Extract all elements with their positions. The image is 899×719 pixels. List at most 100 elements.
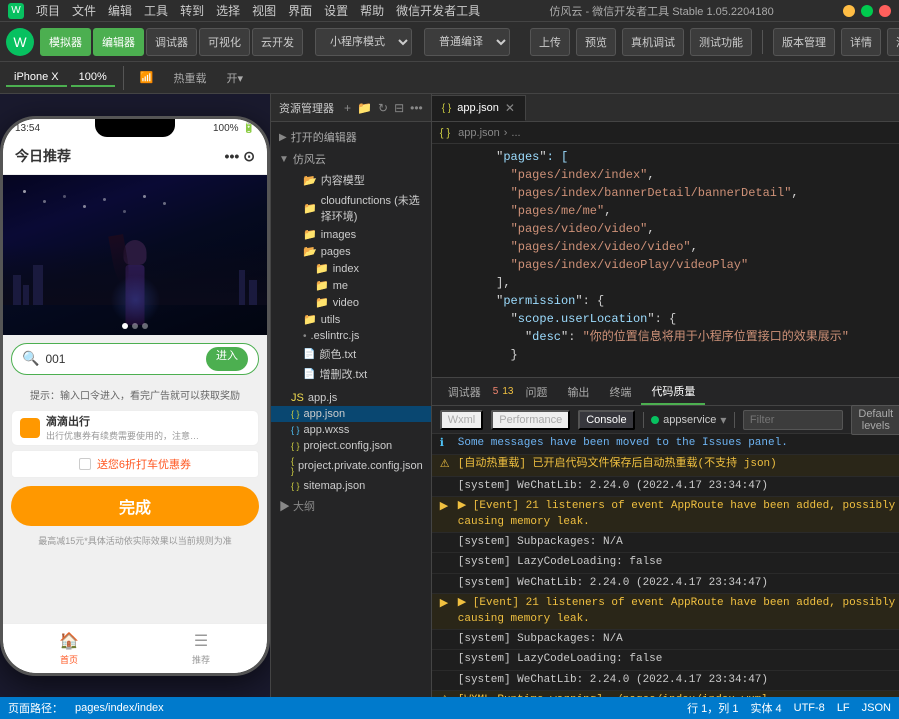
status-spaces[interactable]: 实体 4 [750, 700, 781, 716]
ft-item-cloudfunctions[interactable]: 📁 cloudfunctions (未选择环境) [271, 190, 431, 226]
phone-nav-recommend[interactable]: ☰ 推荐 [135, 631, 267, 666]
editor-tab[interactable]: 编辑器 [93, 28, 144, 56]
status-path-label[interactable]: 页面路径： [8, 700, 63, 716]
ft-item-projectprivate[interactable]: { } project.private.config.json [271, 454, 431, 478]
coupon-checkbox[interactable] [79, 458, 91, 470]
txt-icon-colors: 📄 [303, 349, 315, 360]
console-tab-output[interactable]: 输出 [557, 379, 599, 405]
menu-item-view[interactable]: 视图 [252, 2, 276, 19]
status-line-ending[interactable]: LF [837, 702, 850, 714]
menu-item-edit[interactable]: 编辑 [108, 2, 132, 19]
cloud-tab[interactable]: 云开发 [252, 28, 303, 56]
detail-button[interactable]: 详情 [841, 28, 881, 56]
code-editor[interactable]: "pages": [ "pages/index/index", "pages/i… [432, 144, 899, 377]
test-button[interactable]: 测试功能 [690, 28, 752, 56]
phone-ad-banner[interactable]: 滴滴出行 出行优惠券有续费需要使用的，注意也会活动报名参与前往领取 [11, 410, 259, 446]
menu-item-wechat[interactable]: 微信开发者工具 [396, 2, 480, 19]
debugger-tab[interactable]: 调试器 [146, 28, 197, 56]
visualizer-tab[interactable]: 可视化 [199, 28, 250, 56]
code-line-9: ], [432, 274, 899, 292]
menu-item-interface[interactable]: 界面 [288, 2, 312, 19]
wxml-view-button[interactable]: Wxml [440, 410, 484, 430]
console-view-button[interactable]: Console [578, 410, 634, 430]
simulator-tab[interactable]: 模拟器 [40, 28, 91, 56]
status-page-path[interactable]: pages/index/index [75, 702, 164, 714]
more-icon[interactable]: ••• [225, 148, 240, 165]
ft-item-images[interactable]: 📁 images [271, 226, 431, 243]
minimize-button[interactable] [843, 5, 855, 17]
phone-search-value[interactable]: 001 [45, 352, 200, 366]
upload-button[interactable]: 上传 [530, 28, 570, 56]
ft-item-colors[interactable]: 📄 颜色.txt [271, 344, 431, 364]
preview-button[interactable]: 预览 [576, 28, 616, 56]
filetree-outline-section[interactable]: ▶ 大纲 [271, 494, 431, 518]
default-levels-button[interactable]: Default levels [851, 405, 899, 435]
console-filter-input[interactable] [743, 410, 843, 430]
editor-tab-appjson[interactable]: { } app.json ✕ [432, 95, 526, 121]
error-count: 5 [491, 386, 501, 397]
hero-dot-1[interactable] [122, 323, 128, 329]
menu-item-project[interactable]: 项目 [36, 2, 60, 19]
console-tab-issues[interactable]: 问题 [515, 379, 557, 405]
line-number [440, 184, 470, 202]
refresh-icon[interactable]: ↻ [378, 101, 388, 115]
menu-item-file[interactable]: 文件 [72, 2, 96, 19]
ft-item-utils[interactable]: 📁 utils [271, 311, 431, 328]
new-folder-icon[interactable]: 📁 [357, 101, 372, 115]
status-format[interactable]: JSON [862, 702, 891, 714]
messages-button[interactable]: 消息 [887, 28, 899, 56]
ft-item-appjs[interactable]: JS app.js [271, 390, 431, 406]
console-tab-debugger[interactable]: 调试器 [438, 379, 491, 405]
device-label[interactable]: iPhone X [6, 69, 67, 87]
phone-coupon-row[interactable]: 送您6折打车优惠券 [11, 450, 259, 478]
ft-item-video[interactable]: 📁 video [271, 294, 431, 311]
hero-dot-3[interactable] [142, 323, 148, 329]
status-encoding[interactable]: UTF-8 [794, 702, 825, 714]
console-tab-quality[interactable]: 代码质量 [641, 379, 705, 405]
performance-view-button[interactable]: Performance [491, 410, 570, 430]
hero-dot-2[interactable] [132, 323, 138, 329]
appservice-selector[interactable]: appservice ▾ [651, 413, 726, 427]
ft-item-sitemap[interactable]: { } sitemap.json [271, 478, 431, 494]
ft-item-content-model[interactable]: 📂 内容模型 [271, 170, 431, 190]
more-options-icon[interactable]: ••• [410, 101, 423, 115]
real-machine-button[interactable]: 真机调试 [622, 28, 684, 56]
console-tab-terminal[interactable]: 终端 [599, 379, 641, 405]
recommend-icon: ☰ [194, 631, 208, 651]
phone-done-button[interactable]: 完成 [11, 486, 259, 526]
zoom-label[interactable]: 100% [71, 69, 115, 87]
phone-hint-text: 提示：输入口令进入，看完广告就可以获取奖励 [3, 383, 267, 406]
menu-item-help[interactable]: 帮助 [360, 2, 384, 19]
ft-item-eslintrc[interactable]: • .eslintrc.js [271, 328, 431, 344]
version-button[interactable]: 版本管理 [773, 28, 835, 56]
hotreload-btn[interactable]: 热重载 [166, 68, 215, 88]
ft-item-appjson[interactable]: { } app.json [271, 406, 431, 422]
ft-item-me[interactable]: 📁 me [271, 277, 431, 294]
ft-item-projectconfig[interactable]: { } project.config.json [271, 438, 431, 454]
tab-close-icon[interactable]: ✕ [505, 101, 515, 115]
new-file-icon[interactable]: + [344, 101, 351, 115]
filetree-recent-section[interactable]: ▶ 打开的编辑器 [271, 126, 431, 148]
compile-selector[interactable]: 普通编译 [424, 28, 510, 56]
camera-icon[interactable]: ⊙ [243, 148, 255, 165]
folder-icon-me: 📁 [315, 279, 329, 292]
phone-search-button[interactable]: 进入 [206, 347, 248, 371]
open-btn[interactable]: 开▾ [219, 68, 252, 88]
ft-item-crud[interactable]: 📄 增删改.txt [271, 364, 431, 384]
menu-item-tools[interactable]: 工具 [144, 2, 168, 19]
phone-nav-home[interactable]: 🏠 首页 [3, 631, 135, 666]
mode-selector[interactable]: 小程序模式 [315, 28, 412, 56]
filetree-workspace-section[interactable]: ▼ 仿风云 [271, 148, 431, 170]
status-line-col[interactable]: 行 1，列 1 [687, 700, 738, 716]
collapse-all-icon[interactable]: ⊟ [394, 101, 404, 115]
folder-icon-cloud: 📁 [303, 202, 317, 215]
close-button[interactable] [879, 5, 891, 17]
ft-item-index[interactable]: 📁 index [271, 260, 431, 277]
console-message-9: [system] LazyCodeLoading: false VM68 WAS… [432, 650, 899, 670]
menu-item-settings[interactable]: 设置 [324, 2, 348, 19]
menu-item-goto[interactable]: 转到 [180, 2, 204, 19]
menu-item-select[interactable]: 选择 [216, 2, 240, 19]
ft-item-pages[interactable]: 📂 pages [271, 243, 431, 260]
maximize-button[interactable] [861, 5, 873, 17]
ft-item-appwxss[interactable]: { } app.wxss [271, 422, 431, 438]
